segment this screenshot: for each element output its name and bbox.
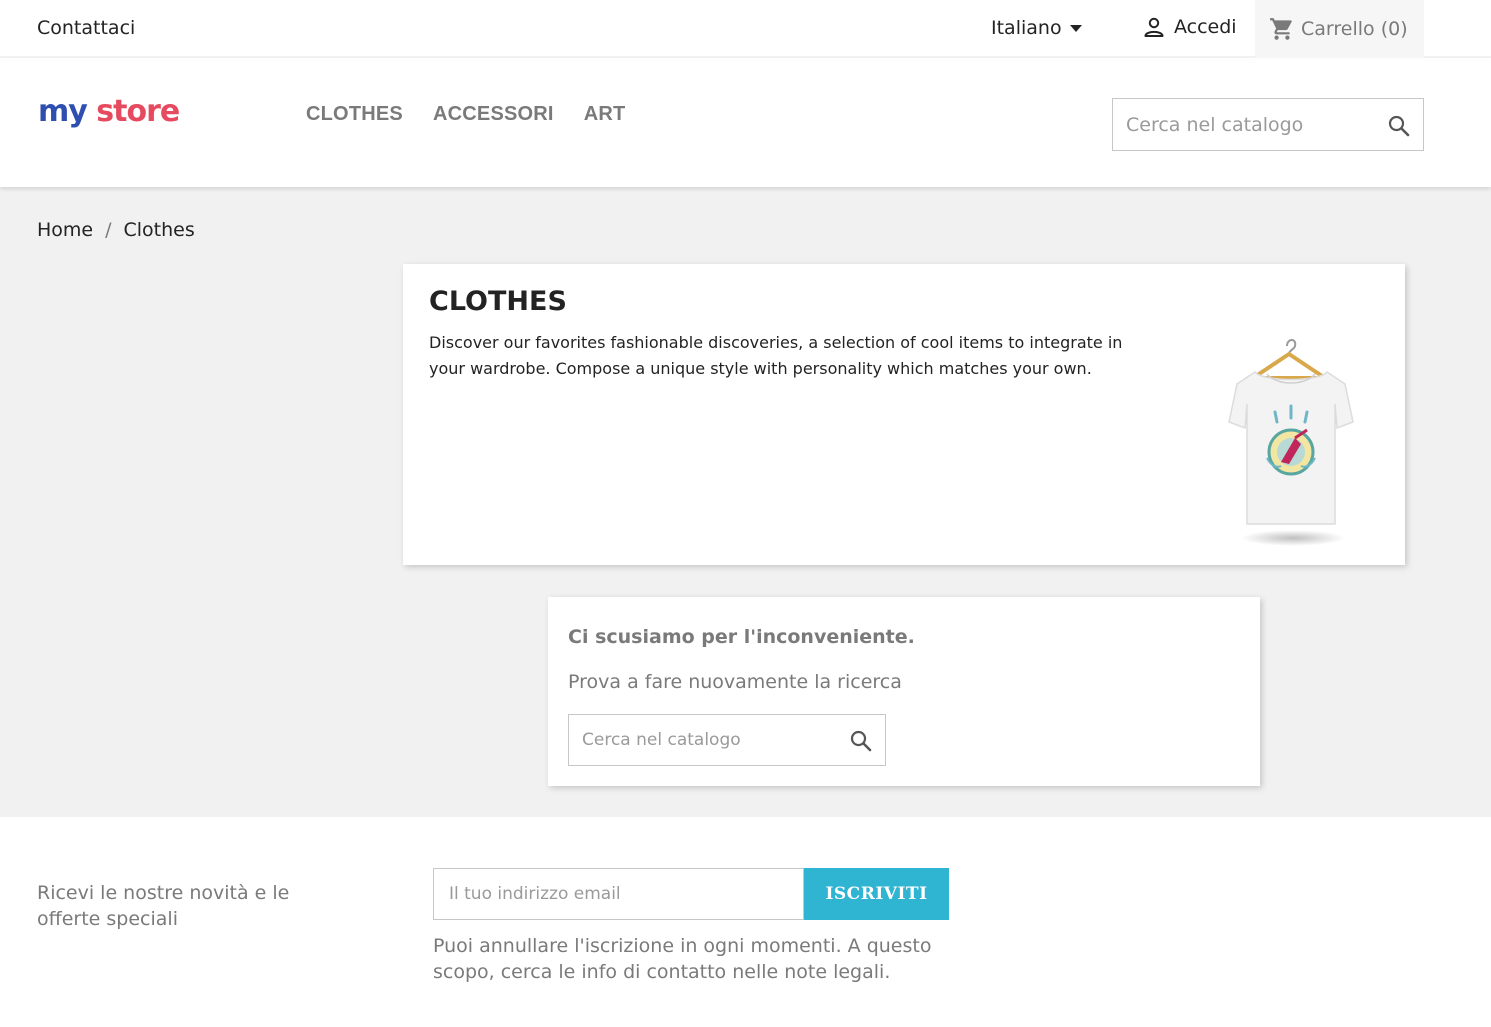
breadcrumb: Home / Clothes — [37, 219, 195, 241]
email-field-wrapper — [433, 868, 804, 920]
user-icon — [1144, 17, 1164, 37]
main-content: Home / Clothes CLOTHES Discover our favo… — [0, 187, 1491, 817]
search-icon[interactable] — [849, 729, 873, 753]
no-results-card: Ci scusiamo per l'inconveniente. Prova a… — [548, 597, 1260, 786]
no-results-title: Ci scusiamo per l'inconveniente. — [568, 626, 915, 648]
tshirt-image — [1228, 339, 1354, 546]
shopping-cart-icon — [1270, 18, 1292, 40]
subscribe-button[interactable]: ISCRIVITI — [804, 868, 949, 920]
breadcrumb-home[interactable]: Home — [37, 219, 93, 241]
no-results-search-input[interactable] — [569, 715, 829, 765]
category-card: CLOTHES Discover our favorites fashionab… — [403, 264, 1405, 565]
nav-item-art[interactable]: ART — [584, 103, 626, 126]
top-bar: Contattaci Italiano Accedi Carrello (0) — [0, 0, 1491, 58]
logo-store: store — [96, 94, 180, 129]
language-label: Italiano — [991, 17, 1062, 39]
logo-my: my — [38, 94, 88, 129]
header-search — [1112, 98, 1424, 151]
category-description: Discover our favorites fashionable disco… — [429, 333, 1123, 378]
header-search-input[interactable] — [1113, 99, 1363, 150]
header: my store CLOTHES ACCESSORI ART — [0, 60, 1491, 187]
cart-label: Carrello (0) — [1301, 18, 1408, 40]
language-selector[interactable]: Italiano — [991, 17, 1082, 39]
store-logo[interactable]: my store — [38, 94, 180, 129]
no-results-subtitle: Prova a fare nuovamente la ricerca — [568, 671, 902, 693]
nav-item-accessori[interactable]: ACCESSORI — [433, 103, 554, 126]
breadcrumb-clothes[interactable]: Clothes — [124, 219, 195, 241]
cart-button[interactable]: Carrello (0) — [1255, 0, 1424, 58]
no-results-search — [568, 714, 886, 766]
footer-newsletter: Ricevi le nostre novità e le offerte spe… — [0, 817, 1491, 1027]
unsubscribe-note: Puoi annullare l'iscrizione in ogni mome… — [433, 935, 932, 983]
caret-down-icon — [1069, 24, 1082, 32]
email-field[interactable] — [434, 869, 803, 919]
newsletter-text: Ricevi le nostre novità e le offerte spe… — [37, 882, 290, 930]
nav-item-clothes[interactable]: CLOTHES — [306, 103, 403, 126]
login-label: Accedi — [1174, 16, 1237, 38]
category-title: CLOTHES — [429, 286, 567, 317]
contact-link[interactable]: Contattaci — [37, 17, 135, 39]
breadcrumb-separator: / — [105, 219, 112, 241]
search-icon[interactable] — [1387, 114, 1411, 138]
login-link[interactable]: Accedi — [1142, 15, 1237, 39]
main-nav: CLOTHES ACCESSORI ART — [306, 103, 655, 126]
